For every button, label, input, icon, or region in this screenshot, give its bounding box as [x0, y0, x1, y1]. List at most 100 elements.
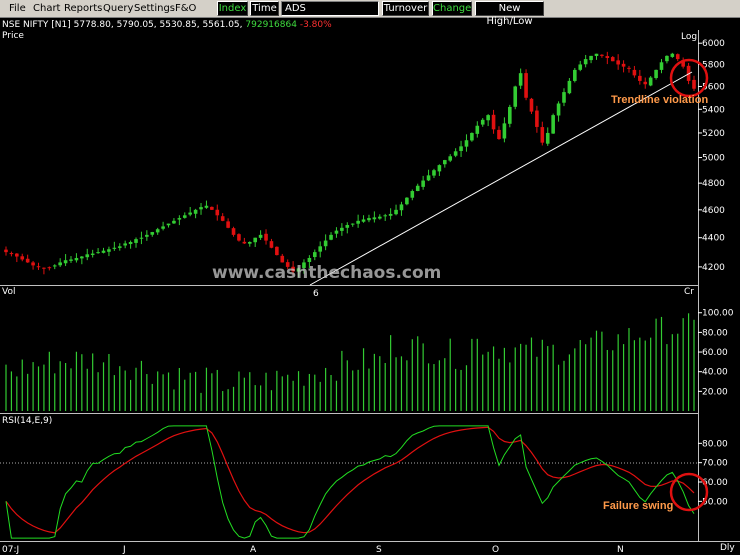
candle-body: [334, 230, 339, 234]
candle-body: [453, 151, 458, 156]
candle-body: [58, 262, 62, 266]
price-panel-time-label: 6: [313, 289, 319, 299]
candle-body: [107, 249, 111, 252]
time-axis-label: S: [376, 545, 382, 555]
candle-body: [470, 132, 474, 141]
candle-body: [323, 240, 328, 247]
candle-body: [545, 132, 550, 144]
candle-body: [188, 212, 192, 215]
candle-body: [345, 225, 350, 228]
candle-body: [47, 267, 52, 269]
candle-body: [52, 265, 57, 267]
candle-body: [605, 56, 610, 59]
candle-body: [204, 205, 209, 208]
candle-body: [145, 234, 149, 237]
candle-body: [161, 226, 165, 229]
price-tick-label: 5000: [702, 154, 725, 164]
candle-body: [9, 253, 14, 255]
candle-body: [193, 209, 198, 214]
price-tick-label: 5200: [702, 129, 725, 139]
candle-body: [377, 216, 382, 219]
candle-body: [96, 252, 100, 254]
candle-body: [540, 127, 545, 143]
candle-body: [648, 77, 653, 86]
time-axis-label: A: [250, 545, 257, 555]
candle-body: [275, 246, 279, 256]
candle-body: [128, 242, 133, 245]
candle-body: [497, 129, 501, 140]
candle-body: [502, 123, 507, 139]
candle-body: [589, 55, 593, 61]
candle-body: [535, 110, 539, 127]
candle-body: [63, 260, 68, 264]
candle-body: [215, 209, 220, 216]
candle-body: [578, 64, 583, 70]
watermark-text: www.cashthechaos.com: [212, 263, 441, 283]
candle-body: [74, 257, 79, 261]
candle-body: [15, 253, 19, 257]
candle-body: [551, 115, 555, 134]
price-tick-label: 4600: [702, 206, 725, 216]
candle-body: [220, 216, 225, 221]
candle-body: [318, 246, 323, 252]
trendline-violation-annotation: Trendline violation: [611, 94, 708, 106]
candle-body: [583, 59, 588, 65]
candle-body: [112, 247, 117, 249]
candle-body: [80, 256, 84, 259]
candle-body: [670, 53, 675, 57]
volume-tick-label: 20.00: [702, 387, 728, 397]
candle-body: [264, 233, 268, 241]
candle-body: [632, 69, 637, 76]
candle-body: [394, 209, 398, 215]
candle-body: [383, 215, 388, 217]
candle-body: [573, 69, 577, 81]
candle-body: [177, 218, 182, 220]
candle-body: [253, 237, 257, 243]
volume-tick-label: 40.00: [702, 368, 728, 378]
candle-body: [659, 62, 664, 70]
failure-swing-circle: [669, 472, 709, 512]
candle-body: [621, 63, 626, 67]
candle-body: [432, 170, 436, 176]
candle-body: [139, 237, 144, 239]
price-candles: [4, 51, 696, 278]
time-axis-label: 07:J: [2, 545, 19, 555]
volume-bars: [5, 313, 695, 411]
candle-body: [269, 241, 274, 248]
candle-body: [654, 69, 658, 79]
candle-body: [150, 232, 155, 235]
time-axis-label: O: [492, 545, 499, 555]
candle-body: [459, 146, 463, 151]
candle-body: [166, 223, 171, 226]
candle-body: [25, 258, 30, 263]
candle-body: [134, 239, 138, 243]
candle-body: [340, 227, 344, 231]
candle-body: [448, 156, 453, 161]
volume-tick-label: 60.00: [702, 348, 728, 358]
candle-body: [513, 86, 518, 107]
candle-body: [123, 243, 127, 246]
candle-body: [367, 218, 371, 221]
candle-body: [350, 223, 355, 225]
candle-body: [567, 80, 572, 94]
rsi-lines: [5, 425, 695, 539]
candle-body: [610, 57, 615, 62]
candle-body: [421, 180, 425, 187]
price-tick-label: 4200: [702, 263, 725, 273]
candle-body: [405, 197, 409, 205]
candle-body: [372, 217, 377, 220]
candle-body: [210, 206, 214, 210]
rsi-tick-label: 70.00: [702, 459, 728, 469]
candle-body: [155, 229, 160, 233]
candle-body: [199, 207, 203, 210]
failure-swing-annotation: Failure swing: [603, 500, 673, 512]
candle-body: [475, 125, 480, 134]
candle-body: [307, 257, 312, 262]
candle-body: [90, 253, 95, 255]
candle-body: [231, 228, 236, 235]
volume-tick-label: 80.00: [702, 328, 728, 338]
candle-body: [31, 262, 35, 266]
candle-body: [443, 160, 447, 165]
stock-chart[interactable]: 6000580056005400520050004800460044004200…: [0, 0, 740, 555]
time-axis-label: N: [617, 545, 624, 555]
